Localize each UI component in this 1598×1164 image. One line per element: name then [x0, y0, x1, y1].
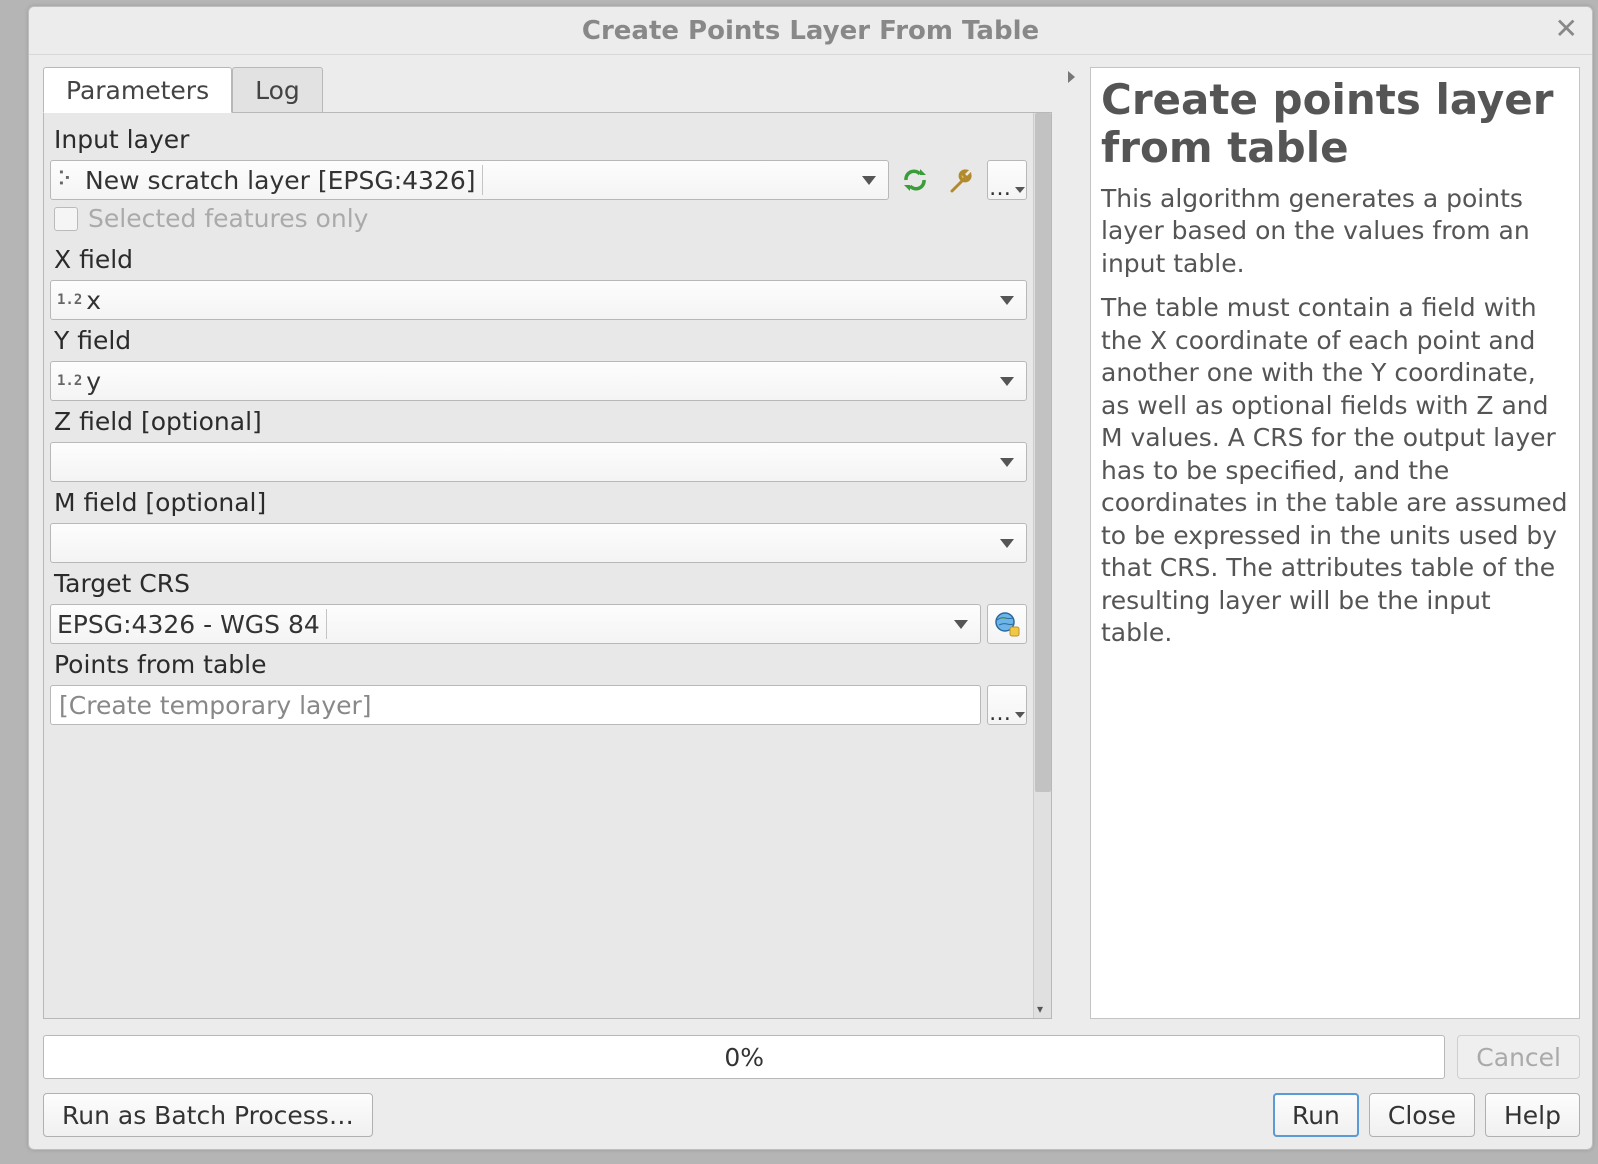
- input-layer-more-button[interactable]: …: [987, 160, 1027, 200]
- batch-button[interactable]: Run as Batch Process…: [43, 1093, 373, 1137]
- chevron-down-icon: [1000, 539, 1014, 548]
- chevron-down-icon: [1000, 296, 1014, 305]
- input-layer-label: Input layer: [50, 119, 1027, 160]
- wrench-icon[interactable]: [941, 160, 981, 200]
- y-field-combo[interactable]: 1.2 y: [50, 361, 1027, 401]
- chevron-down-icon: [1000, 377, 1014, 386]
- tab-bar: Parameters Log: [43, 67, 1052, 113]
- left-pane: Parameters Log Input layer New scratch l…: [43, 67, 1052, 1019]
- selected-only-label: Selected features only: [88, 204, 368, 233]
- output-label: Points from table: [50, 644, 1027, 685]
- panel-collapse-handle[interactable]: [1066, 67, 1076, 1019]
- tab-log[interactable]: Log: [232, 67, 323, 113]
- x-field-label: X field: [50, 239, 1027, 280]
- output-path-input[interactable]: [Create temporary layer]: [50, 685, 981, 725]
- y-field-label: Y field: [50, 320, 1027, 361]
- close-button[interactable]: Close: [1369, 1093, 1475, 1137]
- y-field-value: y: [86, 367, 101, 396]
- output-placeholder: [Create temporary layer]: [59, 691, 372, 720]
- help-button[interactable]: Help: [1485, 1093, 1580, 1137]
- scratch-layer-icon: [57, 169, 79, 191]
- chevron-down-icon: [862, 176, 876, 185]
- scrollbar-thumb[interactable]: [1035, 113, 1051, 792]
- numeric-type-icon: 1.2: [57, 292, 82, 308]
- help-paragraph: This algorithm generates a points layer …: [1101, 183, 1569, 281]
- help-title: Create points layer from table: [1101, 76, 1569, 173]
- reload-icon[interactable]: [895, 160, 935, 200]
- help-panel: Create points layer from table This algo…: [1090, 67, 1580, 1019]
- x-field-value: x: [86, 286, 101, 315]
- titlebar: Create Points Layer From Table ✕: [29, 7, 1592, 55]
- selected-only-row: Selected features only: [50, 200, 1027, 239]
- help-paragraph: The table must contain a field with the …: [1101, 292, 1569, 650]
- target-crs-label: Target CRS: [50, 563, 1027, 604]
- chevron-down-icon: [1015, 187, 1025, 193]
- dialog-footer: 0% Cancel Run as Batch Process… Run Clos…: [29, 1025, 1592, 1149]
- window-title: Create Points Layer From Table: [582, 16, 1039, 46]
- tab-parameters[interactable]: Parameters: [43, 67, 232, 113]
- run-button[interactable]: Run: [1273, 1093, 1359, 1137]
- input-layer-value: New scratch layer [EPSG:4326]: [85, 166, 476, 195]
- chevron-down-icon: [1015, 712, 1025, 718]
- chevron-down-icon: [954, 620, 968, 629]
- more-icon: …: [989, 707, 1013, 720]
- chevron-right-icon: [1068, 71, 1075, 83]
- more-icon: …: [989, 182, 1013, 195]
- dialog-content: Parameters Log Input layer New scratch l…: [29, 55, 1592, 1025]
- z-field-combo[interactable]: [50, 442, 1027, 482]
- target-crs-value: EPSG:4326 - WGS 84: [57, 610, 320, 639]
- parameters-panel: Input layer New scratch layer [EPSG:4326…: [43, 112, 1052, 1019]
- m-field-label: M field [optional]: [50, 482, 1027, 523]
- cancel-button: Cancel: [1457, 1035, 1580, 1079]
- input-layer-combo[interactable]: New scratch layer [EPSG:4326]: [50, 160, 889, 200]
- dialog-window: Create Points Layer From Table ✕ Paramet…: [28, 6, 1593, 1150]
- output-more-button[interactable]: …: [987, 685, 1027, 725]
- globe-icon: [993, 610, 1021, 638]
- selected-only-checkbox: [54, 207, 78, 231]
- scroll-down-icon: ▾: [1037, 1002, 1043, 1016]
- crs-select-button[interactable]: [987, 604, 1027, 644]
- progress-bar: 0%: [43, 1035, 1445, 1079]
- close-icon[interactable]: ✕: [1555, 15, 1578, 43]
- m-field-combo[interactable]: [50, 523, 1027, 563]
- numeric-type-icon: 1.2: [57, 373, 82, 389]
- target-crs-combo[interactable]: EPSG:4326 - WGS 84: [50, 604, 981, 644]
- chevron-down-icon: [1000, 458, 1014, 467]
- x-field-combo[interactable]: 1.2 x: [50, 280, 1027, 320]
- parameters-form: Input layer New scratch layer [EPSG:4326…: [44, 113, 1033, 1018]
- vertical-scrollbar[interactable]: ▴ ▾: [1033, 113, 1051, 1018]
- progress-text: 0%: [724, 1043, 764, 1072]
- z-field-label: Z field [optional]: [50, 401, 1027, 442]
